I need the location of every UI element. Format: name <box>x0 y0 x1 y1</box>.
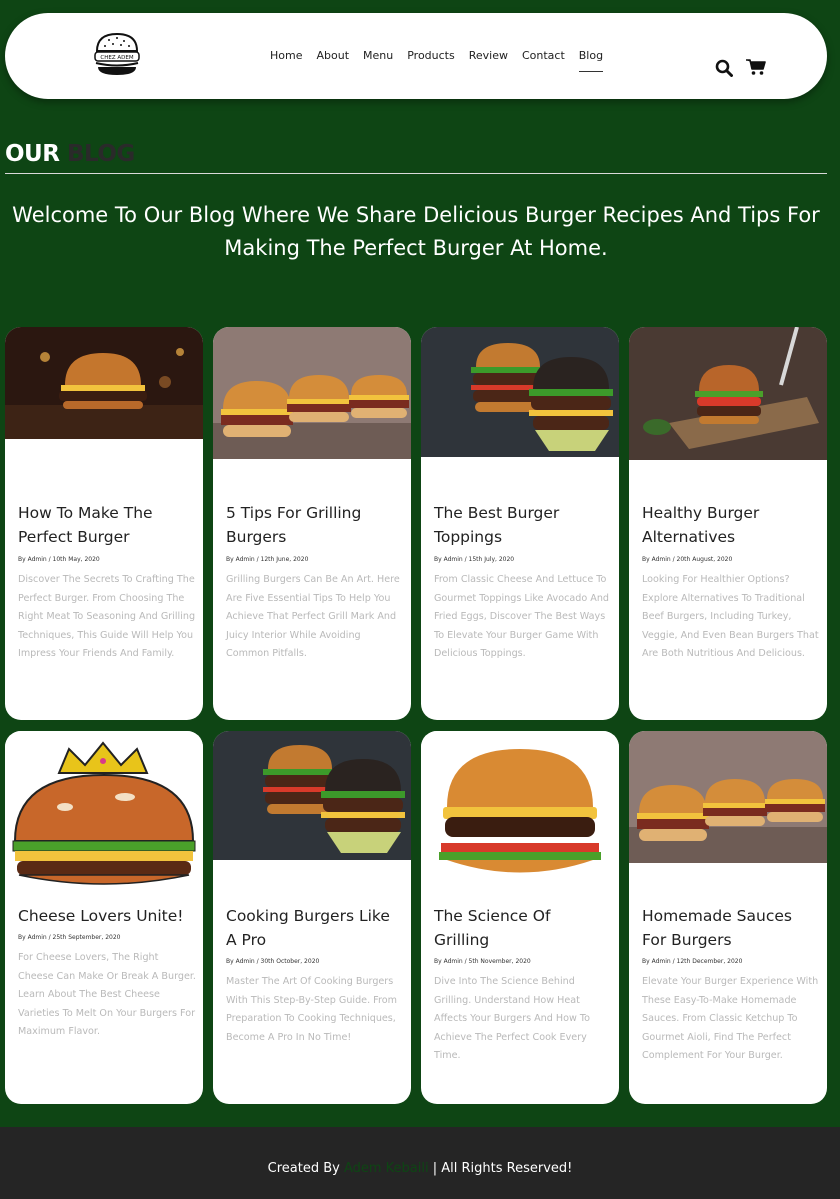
burger-photo-icon <box>213 731 411 860</box>
blog-card-excerpt: Master The Art Of Cooking Burgers With T… <box>226 976 397 1043</box>
site-footer: Created By Adem Kebaili | All Rights Res… <box>0 1127 840 1199</box>
nav-review[interactable]: Review <box>469 48 508 72</box>
burger-photo-icon <box>629 731 827 863</box>
blog-card[interactable]: How To Make The Perfect Burger By Admin … <box>5 327 203 720</box>
blog-card-image <box>213 327 411 459</box>
blog-card-excerpt: Discover The Secrets To Crafting The Per… <box>18 574 196 659</box>
search-icon[interactable] <box>715 59 733 77</box>
blog-card-image <box>5 327 203 439</box>
logo-text: CHEZ ADEM <box>100 55 133 61</box>
burger-photo-icon <box>421 327 619 457</box>
blog-card-meta: By Admin / 20th August, 2020 <box>642 556 733 563</box>
heading-divider <box>5 173 827 174</box>
blog-card-image <box>421 731 619 886</box>
page-title: OUR BLOG <box>5 141 135 167</box>
burger-photo-icon <box>629 327 827 460</box>
nav-home[interactable]: Home <box>270 48 302 72</box>
blog-card-title[interactable]: The Science Of Grilling <box>434 904 610 952</box>
blog-card-title[interactable]: Cooking Burgers Like A Pro <box>226 904 402 952</box>
blog-card-meta: By Admin / 15th July, 2020 <box>434 556 515 563</box>
blog-card-title[interactable]: 5 Tips For Grilling Burgers <box>226 501 402 549</box>
blog-card-title[interactable]: How To Make The Perfect Burger <box>18 501 194 549</box>
page-title-word-our: OUR <box>5 141 60 167</box>
blog-card-meta: By Admin / 12th December, 2020 <box>642 958 743 965</box>
blog-card[interactable]: Cooking Burgers Like A Pro By Admin / 30… <box>213 731 411 1104</box>
blog-card[interactable]: Cheese Lovers Unite! By Admin / 25th Sep… <box>5 731 203 1104</box>
blog-card-excerpt: Grilling Burgers Can Be An Art. Here Are… <box>226 574 400 659</box>
blog-card-meta: By Admin / 5th November, 2020 <box>434 958 531 965</box>
blog-card-image <box>421 327 619 457</box>
burger-photo-icon <box>421 731 619 886</box>
blog-card[interactable]: The Science Of Grilling By Admin / 5th N… <box>421 731 619 1104</box>
blog-card-excerpt: For Cheese Lovers, The Right Cheese Can … <box>18 952 196 1037</box>
blog-card-title[interactable]: Healthy Burger Alternatives <box>642 501 818 549</box>
blog-card[interactable]: 5 Tips For Grilling Burgers By Admin / 1… <box>213 327 411 720</box>
footer-author-link[interactable]: Adem Kebaili <box>344 1161 429 1176</box>
blog-card-meta: By Admin / 30th October, 2020 <box>226 958 320 965</box>
page-title-word-blog: BLOG <box>66 141 135 167</box>
blog-card-title[interactable]: Cheese Lovers Unite! <box>18 904 194 928</box>
blog-card-image <box>5 731 203 896</box>
footer-suffix: | All Rights Reserved! <box>432 1161 573 1176</box>
blog-card-title[interactable]: Homemade Sauces For Burgers <box>642 904 818 952</box>
footer-prefix: Created By <box>267 1161 340 1176</box>
nav-about[interactable]: About <box>316 48 349 72</box>
blog-card-image <box>629 327 827 460</box>
blog-card-excerpt: Dive Into The Science Behind Grilling. U… <box>434 976 590 1061</box>
nav-blog[interactable]: Blog <box>578 48 604 72</box>
nav-menu[interactable]: Menu <box>363 48 393 72</box>
burger-illustration-icon <box>5 731 203 896</box>
blog-card-excerpt: Looking For Healthier Options? Explore A… <box>642 574 819 659</box>
cart-icon[interactable] <box>746 58 766 76</box>
blog-card-image <box>213 731 411 860</box>
burger-photo-icon <box>5 327 203 439</box>
blog-card-excerpt: Elevate Your Burger Experience With Thes… <box>642 976 819 1061</box>
nav-products[interactable]: Products <box>407 48 455 72</box>
blog-card[interactable]: Homemade Sauces For Burgers By Admin / 1… <box>629 731 827 1104</box>
blog-card-meta: By Admin / 12th June, 2020 <box>226 556 309 563</box>
logo[interactable]: CHEZ ADEM <box>91 31 143 77</box>
site-header: CHEZ ADEM Home About Menu Products Revie… <box>5 13 827 99</box>
burger-logo-icon: CHEZ ADEM <box>94 32 140 75</box>
blog-card[interactable]: Healthy Burger Alternatives By Admin / 2… <box>629 327 827 720</box>
blog-card-title[interactable]: The Best Burger Toppings <box>434 501 610 549</box>
blog-card-image <box>629 731 827 863</box>
blog-card[interactable]: The Best Burger Toppings By Admin / 15th… <box>421 327 619 720</box>
main-nav: Home About Menu Products Review Contact … <box>270 48 617 72</box>
blog-card-excerpt: From Classic Cheese And Lettuce To Gourm… <box>434 574 609 659</box>
blog-card-meta: By Admin / 10th May, 2020 <box>18 556 100 563</box>
blog-card-meta: By Admin / 25th September, 2020 <box>18 934 121 941</box>
nav-contact[interactable]: Contact <box>522 48 565 72</box>
burger-photo-icon <box>213 327 411 459</box>
blog-intro: Welcome To Our Blog Where We Share Delic… <box>12 203 820 260</box>
